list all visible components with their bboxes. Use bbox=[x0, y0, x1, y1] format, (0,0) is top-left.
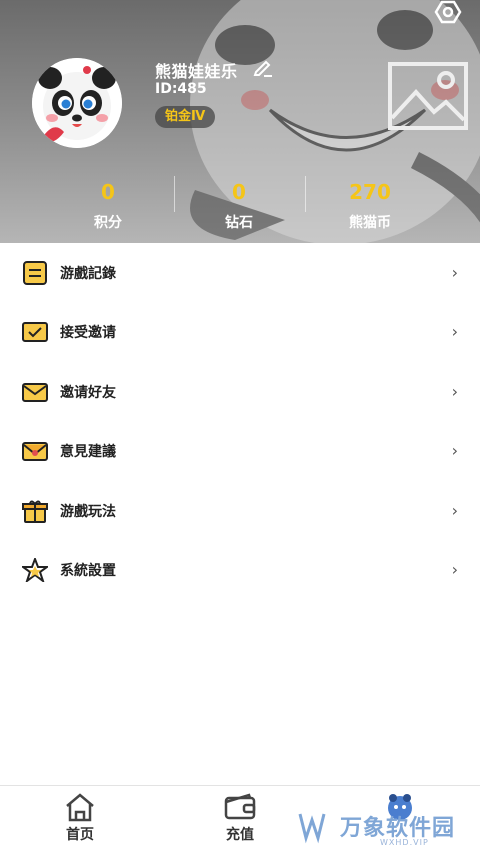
chevron-right-icon: › bbox=[451, 441, 458, 461]
stat-diamonds[interactable]: 0 钻石 bbox=[174, 178, 304, 232]
chevron-right-icon: › bbox=[451, 559, 458, 579]
home-icon bbox=[66, 793, 94, 822]
stat-diamonds-value: 0 bbox=[232, 180, 246, 204]
avatar[interactable] bbox=[32, 58, 122, 148]
nav-tab-home[interactable]: 首页 bbox=[20, 786, 140, 853]
menu-list: 游戲記錄 › 接受邀请 › 邀请好友 › 意見建議 › 游戲玩法 › 系統設置 … bbox=[0, 243, 480, 599]
settings-icon[interactable] bbox=[434, 0, 462, 24]
photo-upload-icon[interactable] bbox=[388, 62, 468, 130]
stat-panda-coins[interactable]: 270 熊猫币 bbox=[305, 178, 435, 232]
gift-box-icon bbox=[22, 500, 48, 523]
menu-item-accept-invite[interactable]: 接受邀请 › bbox=[0, 302, 480, 361]
stat-points[interactable]: 0 积分 bbox=[43, 178, 173, 232]
envelope-icon bbox=[22, 382, 48, 402]
menu-item-label: 系統設置 bbox=[60, 562, 116, 579]
star-settings-icon bbox=[22, 557, 48, 582]
stat-diamonds-label: 钻石 bbox=[225, 215, 253, 231]
chevron-right-icon: › bbox=[451, 500, 458, 520]
watermark-subtext: WXHD.VIP bbox=[380, 838, 429, 847]
panda-avatar-icon bbox=[32, 58, 122, 148]
username: 熊猫娃娃乐 bbox=[155, 62, 238, 81]
menu-item-game-records[interactable]: 游戲記錄 › bbox=[0, 243, 480, 302]
stat-panda-coins-value: 270 bbox=[349, 180, 391, 204]
menu-item-label: 游戲玩法 bbox=[60, 503, 116, 520]
chevron-right-icon: › bbox=[451, 381, 458, 401]
list-icon bbox=[23, 261, 47, 285]
nav-tab-recharge[interactable]: 充值 bbox=[180, 786, 300, 853]
menu-item-label: 意見建議 bbox=[60, 444, 116, 461]
menu-item-label: 接受邀请 bbox=[60, 325, 116, 342]
profile-header: 熊猫娃娃乐 ID:485 铂金Ⅳ 0 积分 0 钻石 270 熊猫币 bbox=[0, 0, 480, 243]
mail-check-icon bbox=[22, 322, 48, 343]
rank-badge: 铂金Ⅳ bbox=[155, 106, 216, 128]
menu-item-invite-friends[interactable]: 邀请好友 › bbox=[0, 362, 480, 421]
chevron-right-icon: › bbox=[451, 322, 458, 342]
stat-points-label: 积分 bbox=[94, 215, 122, 231]
edit-name-icon[interactable] bbox=[252, 56, 274, 78]
menu-item-feedback[interactable]: 意見建議 › bbox=[0, 421, 480, 480]
nav-recharge-label: 充值 bbox=[226, 827, 254, 843]
menu-item-label: 邀请好友 bbox=[60, 384, 116, 401]
chevron-right-icon: › bbox=[451, 263, 458, 282]
wallet-icon bbox=[224, 793, 256, 820]
menu-item-label: 游戲記錄 bbox=[60, 266, 116, 282]
feedback-envelope-icon bbox=[22, 442, 48, 462]
menu-item-system-settings[interactable]: 系統設置 › bbox=[0, 540, 480, 599]
stat-panda-coins-label: 熊猫币 bbox=[349, 215, 391, 231]
stat-points-value: 0 bbox=[101, 180, 115, 204]
user-id: ID:485 bbox=[155, 81, 207, 97]
menu-item-how-to-play[interactable]: 游戲玩法 › bbox=[0, 481, 480, 540]
nav-home-label: 首页 bbox=[66, 827, 94, 843]
